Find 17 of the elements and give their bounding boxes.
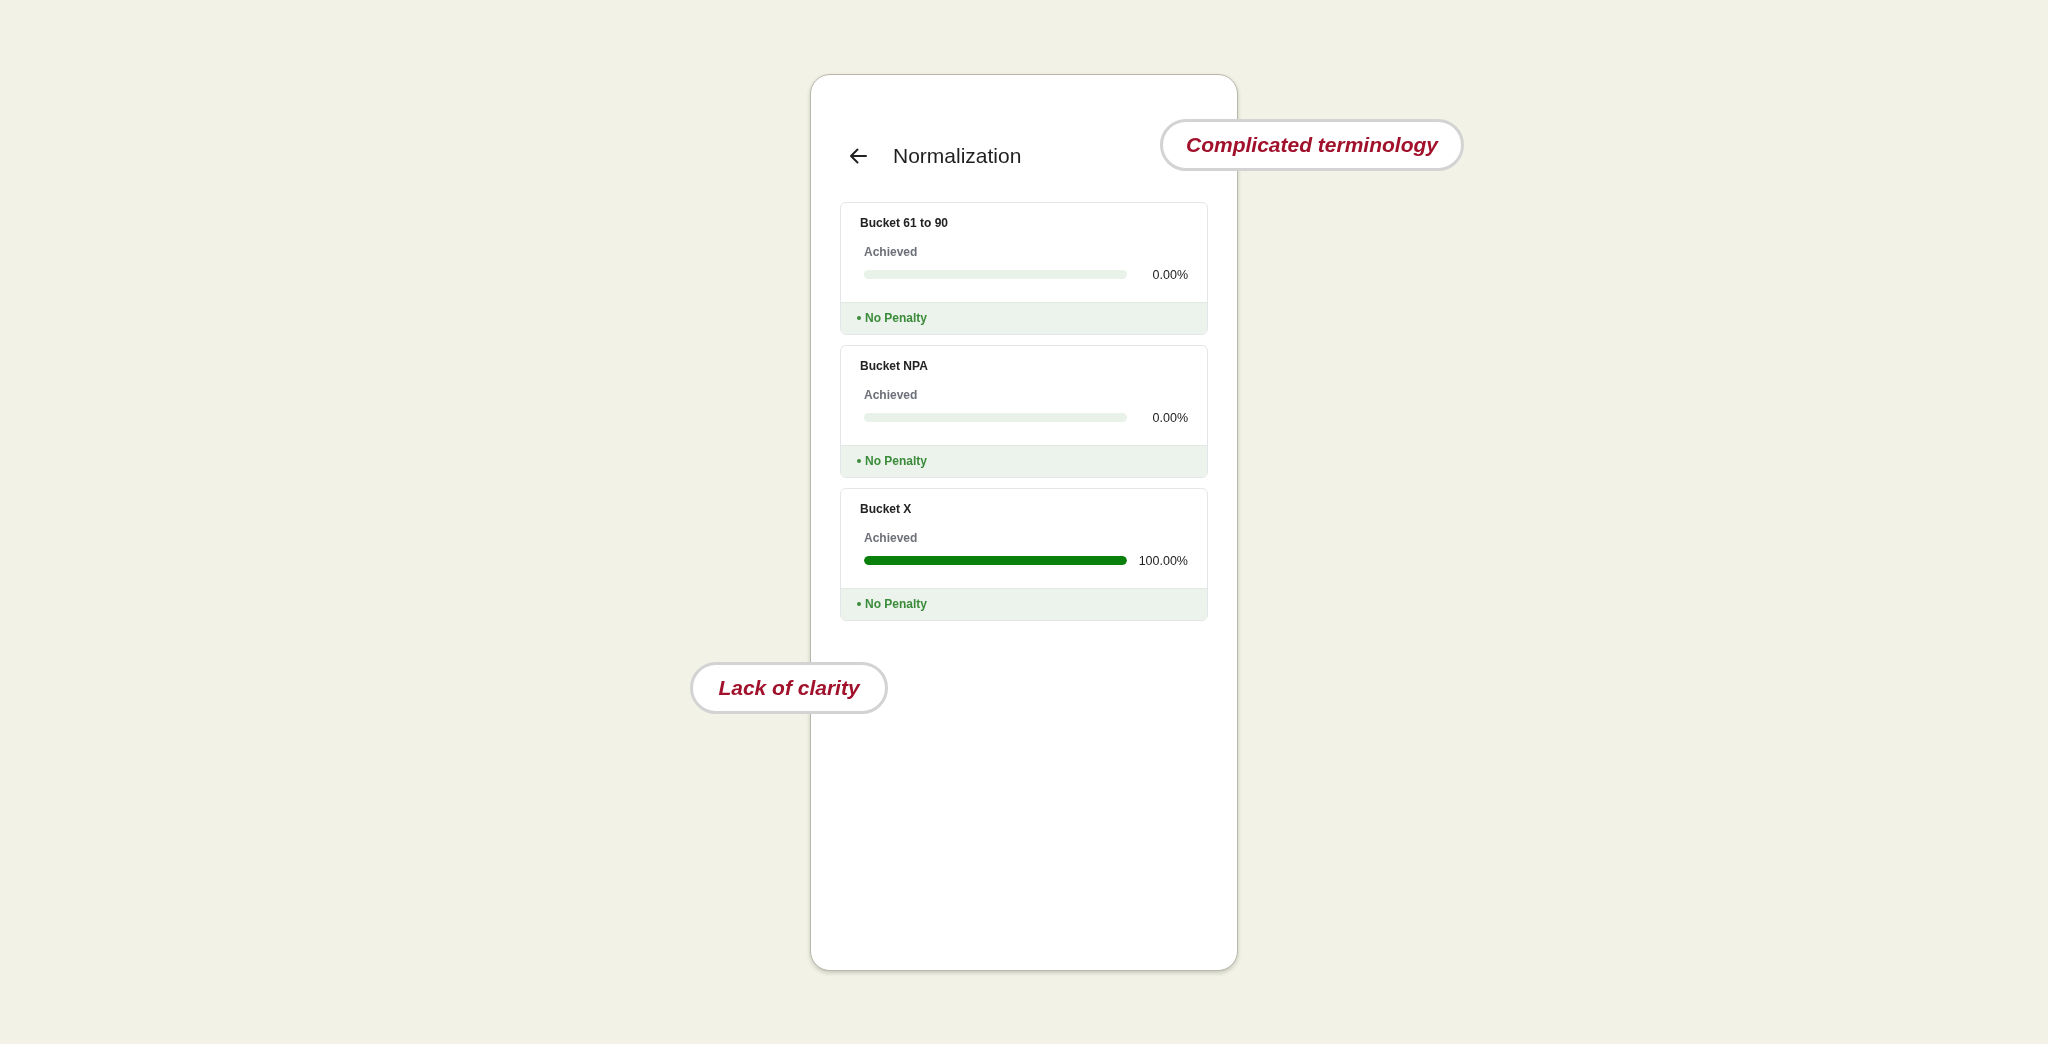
achieved-label: Achieved xyxy=(864,529,918,546)
percent-value: 0.00% xyxy=(1152,266,1188,284)
back-arrow-icon xyxy=(849,147,867,164)
bucket-title: Bucket 61 to 90 xyxy=(860,214,949,231)
achieved-label: Achieved xyxy=(864,386,918,403)
bucket-title: Bucket X xyxy=(860,500,912,517)
annotation-callout: Complicated terminology xyxy=(1160,118,1464,171)
screen-title: Normalization xyxy=(893,142,1022,169)
bucket-title: Bucket NPA xyxy=(860,357,928,374)
penalty-status: No Penalty xyxy=(865,310,927,326)
percent-value: 100.00% xyxy=(1138,552,1188,570)
annotation-callout: Lack of clarity xyxy=(690,661,888,714)
achieved-label: Achieved xyxy=(864,243,918,260)
back-button[interactable] xyxy=(848,145,868,166)
penalty-status: No Penalty xyxy=(865,596,927,612)
percent-value: 0.00% xyxy=(1152,409,1188,427)
penalty-status: No Penalty xyxy=(865,453,927,469)
